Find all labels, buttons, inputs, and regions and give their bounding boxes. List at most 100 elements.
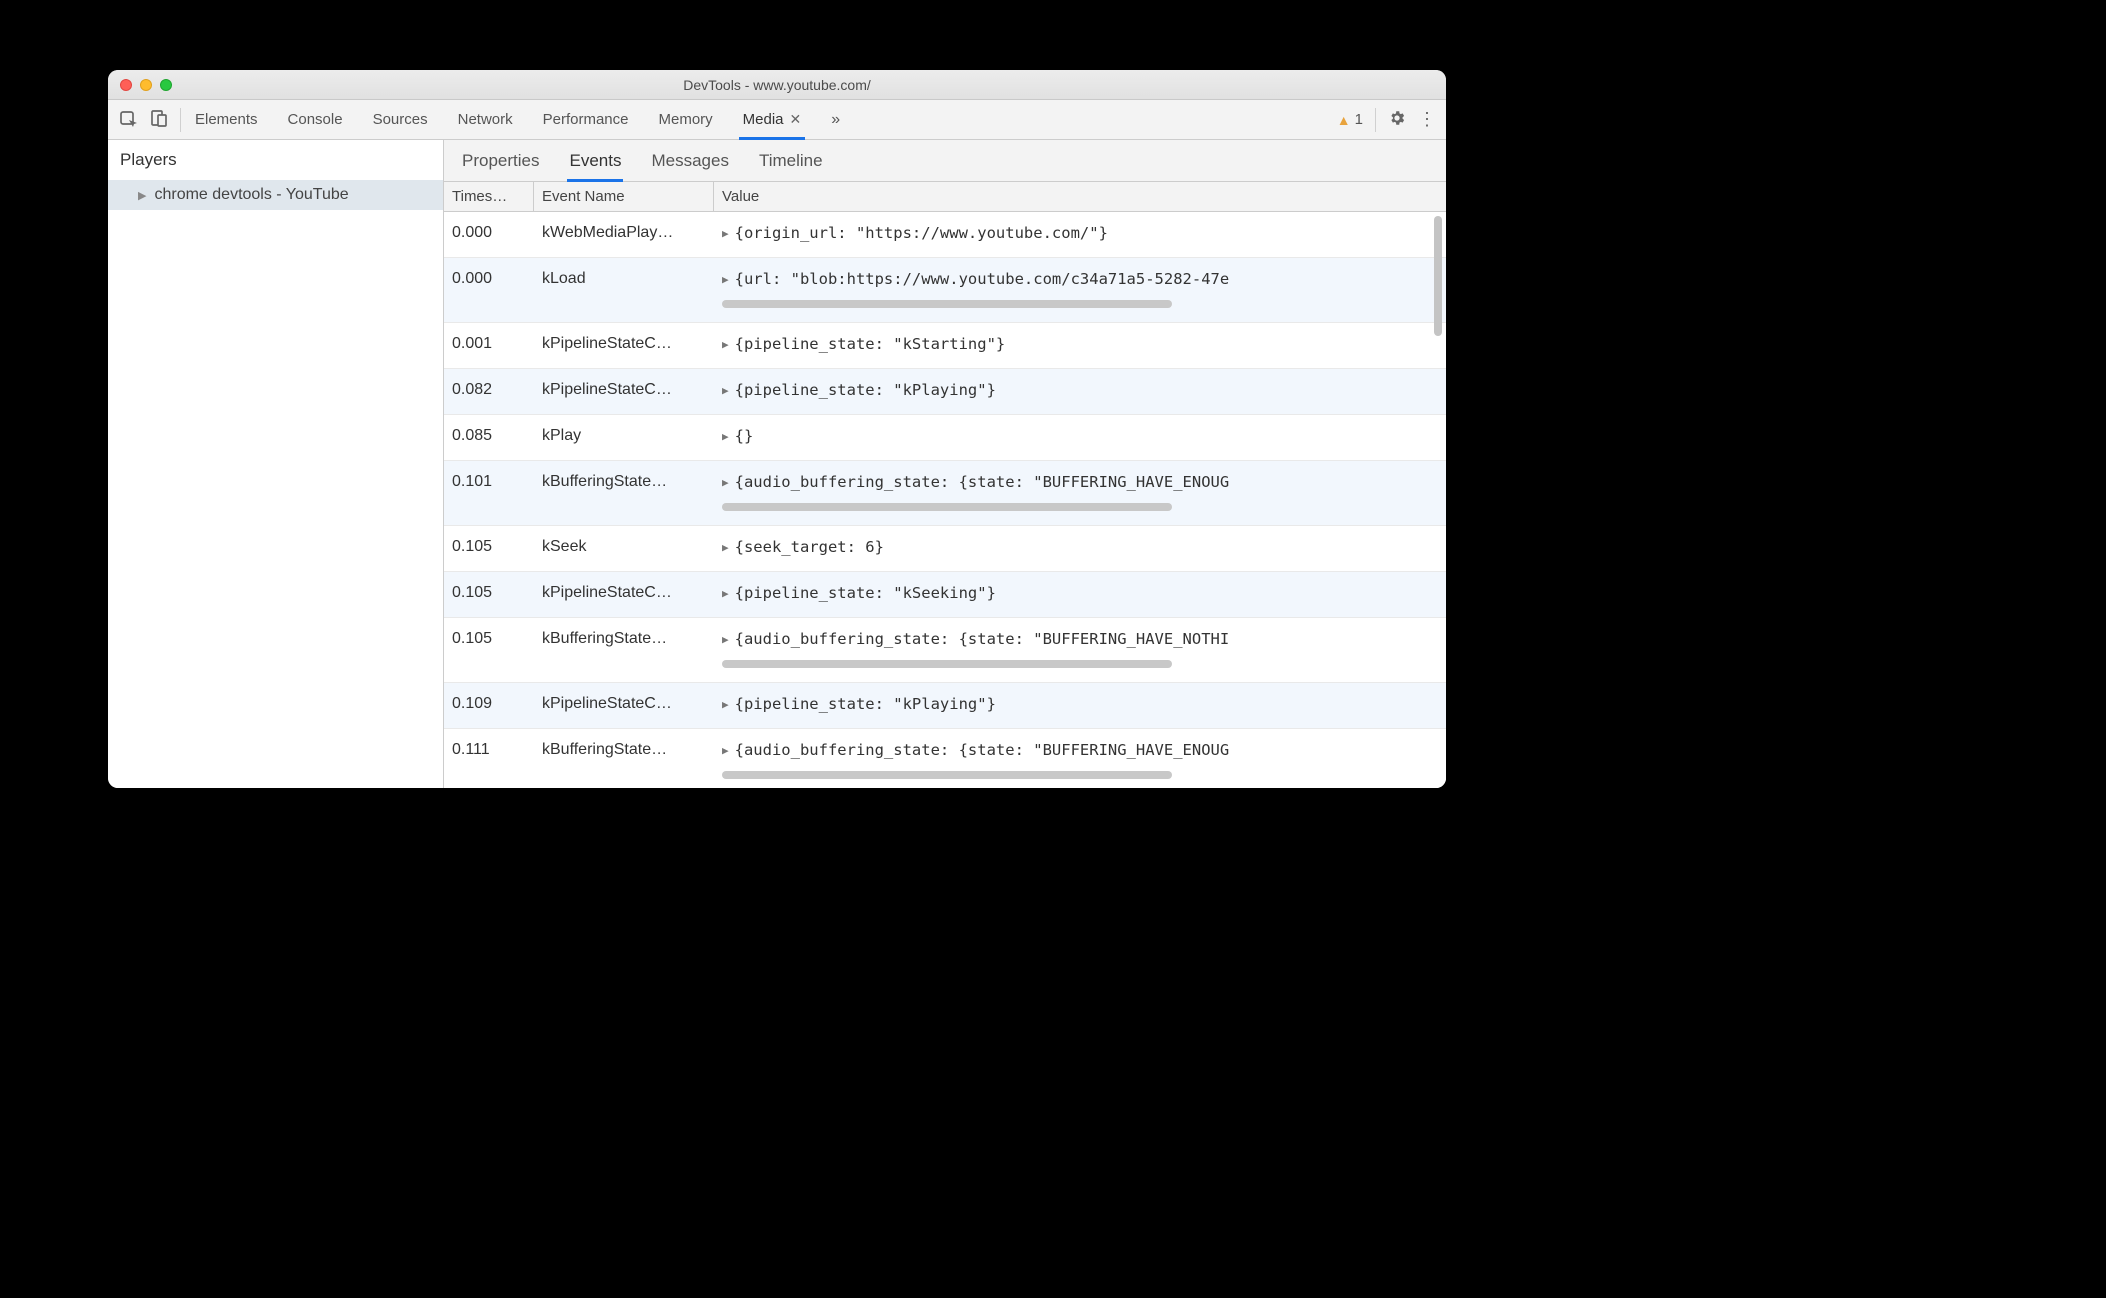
header-timestamp[interactable]: Times… [444,182,534,211]
zoom-window-button[interactable] [160,79,172,91]
close-window-button[interactable] [120,79,132,91]
disclosure-triangle-icon: ▶ [722,744,729,757]
tab-label: Performance [543,111,629,128]
event-row[interactable]: 0.111kBufferingState…▶{audio_buffering_s… [444,729,1446,788]
value-expand-row[interactable]: ▶{seek_target: 6} [722,538,1438,556]
tab-elements[interactable]: Elements [195,100,258,139]
player-list-item[interactable]: ▶ chrome devtools - YouTube [108,180,443,210]
value-expand-row[interactable]: ▶{pipeline_state: "kPlaying"} [722,381,1438,399]
value-text: {origin_url: "https://www.youtube.com/"} [735,224,1108,242]
cell-event-name: kPipelineStateC… [534,369,714,414]
header-event-name[interactable]: Event Name [534,182,714,211]
cell-event-name: kPipelineStateC… [534,572,714,617]
main-panel: Properties Events Messages Timeline Time… [444,140,1446,788]
tab-memory[interactable]: Memory [659,100,713,139]
tab-console[interactable]: Console [288,100,343,139]
device-toolbar-icon[interactable] [150,109,168,131]
value-text: {seek_target: 6} [735,538,884,556]
cell-timestamp: 0.001 [444,323,534,368]
horizontal-scrollbar[interactable] [722,769,1438,781]
cell-event-name: kBufferingState… [534,618,714,682]
subtab-label: Events [569,151,621,171]
cell-value: ▶{pipeline_state: "kStarting"} [714,323,1446,368]
tab-label: Elements [195,111,258,128]
event-row[interactable]: 0.105kBufferingState…▶{audio_buffering_s… [444,618,1446,683]
more-tabs-icon[interactable]: » [831,111,840,129]
cell-event-name: kPlay [534,415,714,460]
tab-media[interactable]: Media ✕ [743,100,802,139]
value-expand-row[interactable]: ▶{pipeline_state: "kSeeking"} [722,584,1438,602]
inspect-tools [108,100,180,139]
more-menu-icon[interactable]: ⋮ [1418,109,1434,130]
cell-timestamp: 0.085 [444,415,534,460]
header-value[interactable]: Value [714,182,1446,211]
value-expand-row[interactable]: ▶ {origin_url: "https://www.youtube.com/"… [722,224,1438,242]
value-text: {pipeline_state: "kSeeking"} [735,584,996,602]
settings-icon[interactable] [1388,109,1406,131]
value-text: {url: "blob:https://www.youtube.com/c34a… [735,270,1230,288]
value-text: {pipeline_state: "kPlaying"} [735,381,996,399]
inspect-element-icon[interactable] [120,111,138,129]
disclosure-triangle-icon: ▶ [722,227,729,240]
tab-performance[interactable]: Performance [543,100,629,139]
event-row[interactable]: 0.101kBufferingState…▶{audio_buffering_s… [444,461,1446,526]
subtab-messages[interactable]: Messages [651,140,728,181]
close-tab-icon[interactable]: ✕ [790,111,802,128]
tab-label: Network [458,111,513,128]
event-row[interactable]: 0.000kWebMediaPlay…▶{origin_url: "https:… [444,212,1446,258]
cell-timestamp: 0.105 [444,572,534,617]
value-text: {audio_buffering_state: {state: "BUFFERI… [735,630,1230,648]
value-expand-row[interactable]: ▶{audio_buffering_state: {state: "BUFFER… [722,741,1438,759]
tab-sources[interactable]: Sources [373,100,428,139]
event-row[interactable]: 0.082kPipelineStateC… ▶{pipeline_state: "… [444,369,1446,415]
cell-event-name: kWebMediaPlay… [534,212,714,257]
value-expand-row[interactable]: ▶ {url: "blob:https://www.youtube.com/c34… [722,270,1438,288]
subtab-timeline[interactable]: Timeline [759,140,823,181]
event-row[interactable]: 0.105kSeek▶{seek_target: 6} [444,526,1446,572]
disclosure-triangle-icon: ▶ [722,430,729,443]
horizontal-scrollbar[interactable] [722,658,1438,670]
cell-timestamp: 0.082 [444,369,534,414]
cell-value: ▶{pipeline_state: "kPlaying"} [714,683,1446,728]
title-url: www.youtube.com/ [753,77,871,93]
subtab-properties[interactable]: Properties [462,140,539,181]
value-expand-row[interactable]: ▶{audio_buffering_state: {state: "BUFFER… [722,473,1438,491]
players-sidebar: Players ▶ chrome devtools - YouTube [108,140,444,788]
minimize-window-button[interactable] [140,79,152,91]
disclosure-triangle-icon: ▶ [722,476,729,489]
event-row[interactable]: 0.001kPipelineStateC… ▶{pipeline_state: "… [444,323,1446,369]
vertical-scrollbar[interactable] [1434,216,1442,336]
tab-network[interactable]: Network [458,100,513,139]
value-expand-row[interactable]: ▶{pipeline_state: "kStarting"} [722,335,1438,353]
value-expand-row[interactable]: ▶{pipeline_state: "kPlaying"} [722,695,1438,713]
cell-value: ▶{audio_buffering_state: {state: "BUFFER… [714,729,1446,788]
value-expand-row[interactable]: ▶{audio_buffering_state: {state: "BUFFER… [722,630,1438,648]
event-row[interactable]: 0.000kLoad▶{url: "blob:https://www.youtu… [444,258,1446,323]
event-row[interactable]: 0.109kPipelineStateC…▶{pipeline_state: "… [444,683,1446,729]
panel-tabs: Elements Console Sources Network Perform… [181,100,1325,139]
cell-event-name: kPipelineStateC… [534,323,714,368]
cell-event-name: kBufferingState… [534,461,714,525]
cell-event-name: kLoad [534,258,714,322]
horizontal-scrollbar[interactable] [722,501,1438,513]
media-subtabs: Properties Events Messages Timeline [444,140,1446,182]
subtab-events[interactable]: Events [569,140,621,181]
value-expand-row[interactable]: ▶{} [722,427,1438,445]
cell-value: ▶{audio_buffering_state: {state: "BUFFER… [714,461,1446,525]
cell-value: ▶ {origin_url: "https://www.youtube.com/"… [714,212,1446,257]
disclosure-triangle-icon: ▶ [722,273,729,286]
warnings-indicator[interactable]: ▲ 1 [1337,111,1363,128]
event-row[interactable]: 0.105kPipelineStateC… ▶{pipeline_state: "… [444,572,1446,618]
cell-value: ▶{audio_buffering_state: {state: "BUFFER… [714,618,1446,682]
subtab-label: Timeline [759,151,823,171]
tab-label: Memory [659,111,713,128]
devtools-window: DevTools - www.youtube.com/ Elements Con… [108,70,1446,788]
player-name: chrome devtools - YouTube [154,186,348,204]
cell-timestamp: 0.105 [444,526,534,571]
horizontal-scrollbar[interactable] [722,298,1438,310]
content-area: Players ▶ chrome devtools - YouTube Prop… [108,140,1446,788]
event-row[interactable]: 0.085kPlay ▶{} [444,415,1446,461]
titlebar: DevTools - www.youtube.com/ [108,70,1446,100]
cell-event-name: kBufferingState… [534,729,714,788]
title-prefix: DevTools - [683,77,753,93]
